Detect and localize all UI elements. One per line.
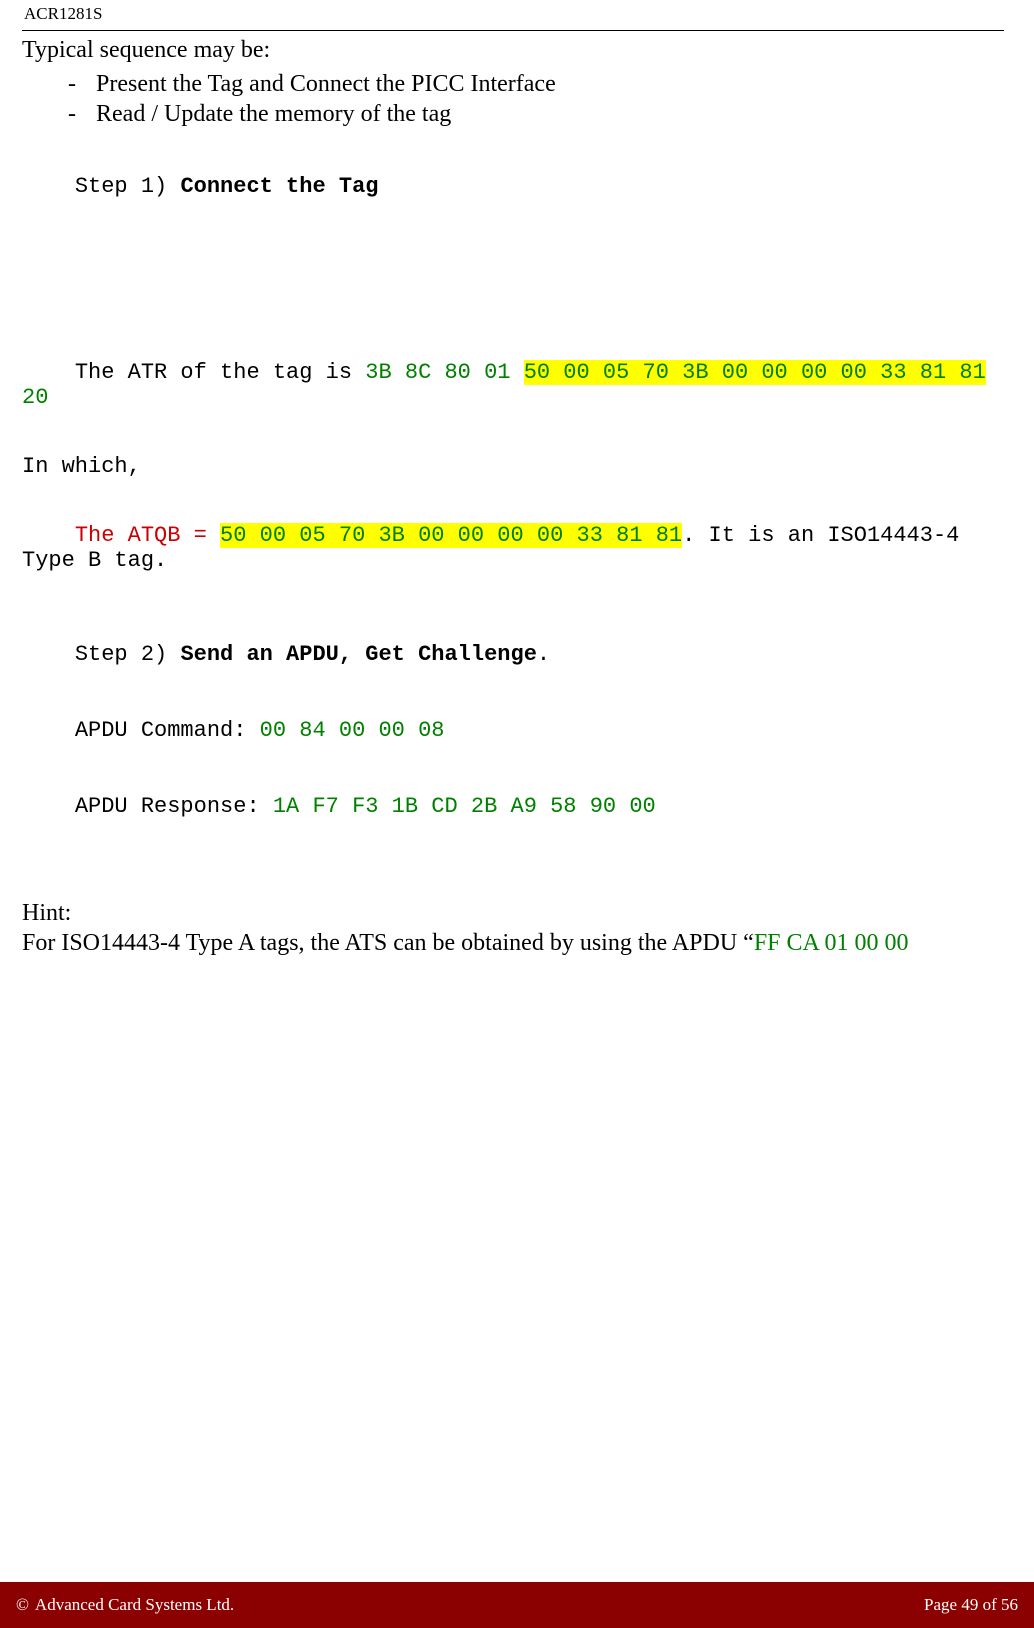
- bullet-item: - Read / Update the memory of the tag: [22, 99, 1004, 129]
- hint-block: Hint: For ISO14443-4 Type A tags, the AT…: [22, 898, 1004, 958]
- copyright-icon: ©: [16, 1595, 29, 1615]
- hint-text: For ISO14443-4 Type A tags, the ATS can …: [22, 930, 754, 956]
- apdu-command-value: 00 84 00 00 08: [260, 718, 445, 743]
- atr-line: The ATR of the tag is 3B 8C 80 01 50 00 …: [22, 335, 1004, 436]
- header-rule: [22, 30, 1004, 31]
- page-footer: © Advanced Card Systems Ltd. Page 49 of …: [0, 1582, 1034, 1628]
- hint-apdu: FF CA 01 00 00: [754, 930, 909, 956]
- atqb-line: The ATQB = 50 00 05 70 3B 00 00 00 00 33…: [22, 497, 1004, 598]
- apdu-command-line: APDU Command: 00 84 00 00 08: [22, 692, 1004, 768]
- apdu-command-label: APDU Command:: [75, 718, 260, 743]
- step-2-prefix: Step 2): [75, 642, 181, 667]
- apdu-response-label: APDU Response:: [75, 794, 273, 819]
- step-2-dot: .: [537, 642, 550, 667]
- bullet-dash-icon: -: [62, 69, 82, 99]
- atqb-label: The ATQB =: [75, 523, 220, 548]
- page-number: Page 49 of 56: [924, 1595, 1018, 1615]
- doc-header: ACR1281S: [22, 0, 1004, 24]
- copyright-text: Advanced Card Systems Ltd.: [35, 1595, 234, 1615]
- in-which-line: In which,: [22, 454, 1004, 479]
- step-1-line: Step 1) Connect the Tag: [22, 149, 1004, 225]
- bullet-dash-icon: -: [62, 99, 82, 129]
- step-1-prefix: Step 1): [75, 174, 181, 199]
- bullet-text: Present the Tag and Connect the PICC Int…: [96, 69, 556, 99]
- atr-pre-text: The ATR of the tag is: [75, 360, 365, 385]
- footer-copyright: © Advanced Card Systems Ltd.: [16, 1595, 234, 1615]
- apdu-response-line: APDU Response: 1A F7 F3 1B CD 2B A9 58 9…: [22, 768, 1004, 844]
- atqb-bytes: 50 00 05 70 3B 00 00 00 00 33 81 81: [220, 523, 682, 548]
- intro-line: Typical sequence may be:: [22, 35, 1004, 65]
- step-2-line: Step 2) Send an APDU, Get Challenge.: [22, 617, 1004, 693]
- step-1-title: Connect the Tag: [180, 174, 378, 199]
- apdu-response-value: 1A F7 F3 1B CD 2B A9 58 90 00: [273, 794, 656, 819]
- hint-line: For ISO14443-4 Type A tags, the ATS can …: [22, 928, 1004, 958]
- hint-label: Hint:: [22, 898, 1004, 928]
- bullet-text: Read / Update the memory of the tag: [96, 99, 451, 129]
- atr-bytes-highlight: 50 00 05 70 3B 00 00 00 00 33 81 81: [524, 360, 986, 385]
- atr-bytes-pre: 3B 8C 80 01: [365, 360, 523, 385]
- bullet-item: - Present the Tag and Connect the PICC I…: [22, 69, 1004, 99]
- bullet-list: - Present the Tag and Connect the PICC I…: [22, 69, 1004, 129]
- step-2-title: Send an APDU, Get Challenge: [180, 642, 536, 667]
